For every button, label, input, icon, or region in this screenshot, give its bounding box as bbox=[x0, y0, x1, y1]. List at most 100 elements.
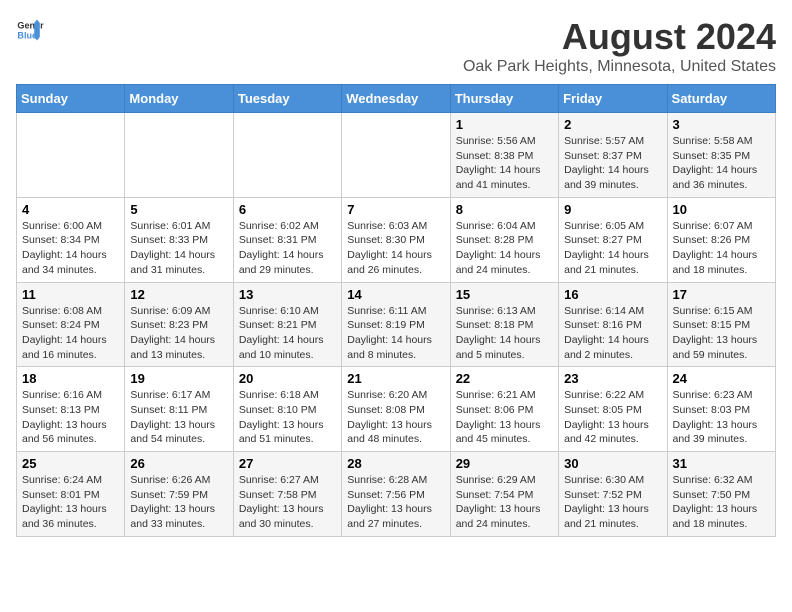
sunset-text: Sunset: 7:54 PM bbox=[456, 489, 534, 501]
day-number: 4 bbox=[22, 202, 119, 217]
sunset-text: Sunset: 8:03 PM bbox=[673, 404, 751, 416]
day-header-friday: Friday bbox=[559, 85, 667, 113]
daylight-text: Daylight: 14 hours and 31 minutes. bbox=[130, 249, 215, 276]
day-number: 15 bbox=[456, 287, 553, 302]
cell-content: Sunrise: 6:07 AM Sunset: 8:26 PM Dayligh… bbox=[673, 219, 770, 278]
calendar-cell: 16 Sunrise: 6:14 AM Sunset: 8:16 PM Dayl… bbox=[559, 282, 667, 367]
cell-content: Sunrise: 6:28 AM Sunset: 7:56 PM Dayligh… bbox=[347, 473, 444, 532]
daylight-text: Daylight: 14 hours and 5 minutes. bbox=[456, 334, 541, 361]
calendar-week-row: 25 Sunrise: 6:24 AM Sunset: 8:01 PM Dayl… bbox=[17, 452, 776, 537]
day-header-saturday: Saturday bbox=[667, 85, 775, 113]
calendar-cell: 29 Sunrise: 6:29 AM Sunset: 7:54 PM Dayl… bbox=[450, 452, 558, 537]
calendar-week-row: 18 Sunrise: 6:16 AM Sunset: 8:13 PM Dayl… bbox=[17, 367, 776, 452]
cell-content: Sunrise: 6:30 AM Sunset: 7:52 PM Dayligh… bbox=[564, 473, 661, 532]
calendar-cell: 27 Sunrise: 6:27 AM Sunset: 7:58 PM Dayl… bbox=[233, 452, 341, 537]
sunrise-text: Sunrise: 6:04 AM bbox=[456, 220, 536, 232]
cell-content: Sunrise: 6:29 AM Sunset: 7:54 PM Dayligh… bbox=[456, 473, 553, 532]
sunset-text: Sunset: 8:23 PM bbox=[130, 319, 208, 331]
sunset-text: Sunset: 7:50 PM bbox=[673, 489, 751, 501]
subtitle: Oak Park Heights, Minnesota, United Stat… bbox=[463, 58, 776, 76]
sunrise-text: Sunrise: 6:00 AM bbox=[22, 220, 102, 232]
calendar-cell bbox=[125, 113, 233, 198]
daylight-text: Daylight: 13 hours and 48 minutes. bbox=[347, 419, 432, 446]
sunrise-text: Sunrise: 6:16 AM bbox=[22, 389, 102, 401]
sunrise-text: Sunrise: 6:13 AM bbox=[456, 305, 536, 317]
sunrise-text: Sunrise: 6:11 AM bbox=[347, 305, 426, 317]
daylight-text: Daylight: 14 hours and 34 minutes. bbox=[22, 249, 107, 276]
sunrise-text: Sunrise: 6:07 AM bbox=[673, 220, 753, 232]
header: General Blue August 2024 Oak Park Height… bbox=[16, 16, 776, 76]
daylight-text: Daylight: 13 hours and 27 minutes. bbox=[347, 503, 432, 530]
calendar-cell: 12 Sunrise: 6:09 AM Sunset: 8:23 PM Dayl… bbox=[125, 282, 233, 367]
cell-content: Sunrise: 5:57 AM Sunset: 8:37 PM Dayligh… bbox=[564, 134, 661, 193]
daylight-text: Daylight: 13 hours and 24 minutes. bbox=[456, 503, 541, 530]
day-number: 27 bbox=[239, 456, 336, 471]
sunrise-text: Sunrise: 6:08 AM bbox=[22, 305, 102, 317]
calendar-cell: 13 Sunrise: 6:10 AM Sunset: 8:21 PM Dayl… bbox=[233, 282, 341, 367]
daylight-text: Daylight: 13 hours and 39 minutes. bbox=[673, 419, 758, 446]
calendar-cell: 19 Sunrise: 6:17 AM Sunset: 8:11 PM Dayl… bbox=[125, 367, 233, 452]
day-number: 3 bbox=[673, 117, 770, 132]
daylight-text: Daylight: 13 hours and 33 minutes. bbox=[130, 503, 215, 530]
calendar-cell: 7 Sunrise: 6:03 AM Sunset: 8:30 PM Dayli… bbox=[342, 197, 450, 282]
sunrise-text: Sunrise: 6:29 AM bbox=[456, 474, 536, 486]
daylight-text: Daylight: 13 hours and 54 minutes. bbox=[130, 419, 215, 446]
calendar-cell: 1 Sunrise: 5:56 AM Sunset: 8:38 PM Dayli… bbox=[450, 113, 558, 198]
svg-text:General: General bbox=[17, 21, 44, 31]
cell-content: Sunrise: 6:20 AM Sunset: 8:08 PM Dayligh… bbox=[347, 388, 444, 447]
day-number: 7 bbox=[347, 202, 444, 217]
calendar-cell: 15 Sunrise: 6:13 AM Sunset: 8:18 PM Dayl… bbox=[450, 282, 558, 367]
daylight-text: Daylight: 14 hours and 21 minutes. bbox=[564, 249, 649, 276]
day-number: 11 bbox=[22, 287, 119, 302]
cell-content: Sunrise: 6:18 AM Sunset: 8:10 PM Dayligh… bbox=[239, 388, 336, 447]
daylight-text: Daylight: 14 hours and 2 minutes. bbox=[564, 334, 649, 361]
day-header-tuesday: Tuesday bbox=[233, 85, 341, 113]
daylight-text: Daylight: 13 hours and 21 minutes. bbox=[564, 503, 649, 530]
calendar-cell: 21 Sunrise: 6:20 AM Sunset: 8:08 PM Dayl… bbox=[342, 367, 450, 452]
calendar-cell: 22 Sunrise: 6:21 AM Sunset: 8:06 PM Dayl… bbox=[450, 367, 558, 452]
cell-content: Sunrise: 6:04 AM Sunset: 8:28 PM Dayligh… bbox=[456, 219, 553, 278]
cell-content: Sunrise: 6:24 AM Sunset: 8:01 PM Dayligh… bbox=[22, 473, 119, 532]
calendar-cell bbox=[17, 113, 125, 198]
daylight-text: Daylight: 13 hours and 59 minutes. bbox=[673, 334, 758, 361]
day-number: 19 bbox=[130, 371, 227, 386]
sunrise-text: Sunrise: 6:32 AM bbox=[673, 474, 753, 486]
sunset-text: Sunset: 7:56 PM bbox=[347, 489, 425, 501]
calendar-cell: 6 Sunrise: 6:02 AM Sunset: 8:31 PM Dayli… bbox=[233, 197, 341, 282]
cell-content: Sunrise: 6:13 AM Sunset: 8:18 PM Dayligh… bbox=[456, 304, 553, 363]
daylight-text: Daylight: 14 hours and 8 minutes. bbox=[347, 334, 432, 361]
day-number: 16 bbox=[564, 287, 661, 302]
sunrise-text: Sunrise: 6:14 AM bbox=[564, 305, 644, 317]
day-number: 2 bbox=[564, 117, 661, 132]
day-number: 5 bbox=[130, 202, 227, 217]
sunrise-text: Sunrise: 5:57 AM bbox=[564, 135, 644, 147]
daylight-text: Daylight: 14 hours and 26 minutes. bbox=[347, 249, 432, 276]
day-number: 8 bbox=[456, 202, 553, 217]
sunset-text: Sunset: 8:06 PM bbox=[456, 404, 534, 416]
calendar-week-row: 11 Sunrise: 6:08 AM Sunset: 8:24 PM Dayl… bbox=[17, 282, 776, 367]
daylight-text: Daylight: 14 hours and 13 minutes. bbox=[130, 334, 215, 361]
sunrise-text: Sunrise: 6:30 AM bbox=[564, 474, 644, 486]
daylight-text: Daylight: 13 hours and 45 minutes. bbox=[456, 419, 541, 446]
calendar-cell: 20 Sunrise: 6:18 AM Sunset: 8:10 PM Dayl… bbox=[233, 367, 341, 452]
sunset-text: Sunset: 8:16 PM bbox=[564, 319, 642, 331]
daylight-text: Daylight: 13 hours and 56 minutes. bbox=[22, 419, 107, 446]
cell-content: Sunrise: 6:11 AM Sunset: 8:19 PM Dayligh… bbox=[347, 304, 444, 363]
calendar-cell: 8 Sunrise: 6:04 AM Sunset: 8:28 PM Dayli… bbox=[450, 197, 558, 282]
day-number: 28 bbox=[347, 456, 444, 471]
cell-content: Sunrise: 6:10 AM Sunset: 8:21 PM Dayligh… bbox=[239, 304, 336, 363]
sunrise-text: Sunrise: 6:23 AM bbox=[673, 389, 753, 401]
cell-content: Sunrise: 6:23 AM Sunset: 8:03 PM Dayligh… bbox=[673, 388, 770, 447]
daylight-text: Daylight: 13 hours and 18 minutes. bbox=[673, 503, 758, 530]
sunrise-text: Sunrise: 6:20 AM bbox=[347, 389, 427, 401]
cell-content: Sunrise: 6:17 AM Sunset: 8:11 PM Dayligh… bbox=[130, 388, 227, 447]
calendar-cell bbox=[342, 113, 450, 198]
daylight-text: Daylight: 13 hours and 36 minutes. bbox=[22, 503, 107, 530]
daylight-text: Daylight: 14 hours and 29 minutes. bbox=[239, 249, 324, 276]
sunrise-text: Sunrise: 6:02 AM bbox=[239, 220, 319, 232]
sunset-text: Sunset: 8:05 PM bbox=[564, 404, 642, 416]
svg-text:Blue: Blue bbox=[17, 30, 37, 40]
calendar-cell: 14 Sunrise: 6:11 AM Sunset: 8:19 PM Dayl… bbox=[342, 282, 450, 367]
cell-content: Sunrise: 6:32 AM Sunset: 7:50 PM Dayligh… bbox=[673, 473, 770, 532]
calendar-cell: 30 Sunrise: 6:30 AM Sunset: 7:52 PM Dayl… bbox=[559, 452, 667, 537]
